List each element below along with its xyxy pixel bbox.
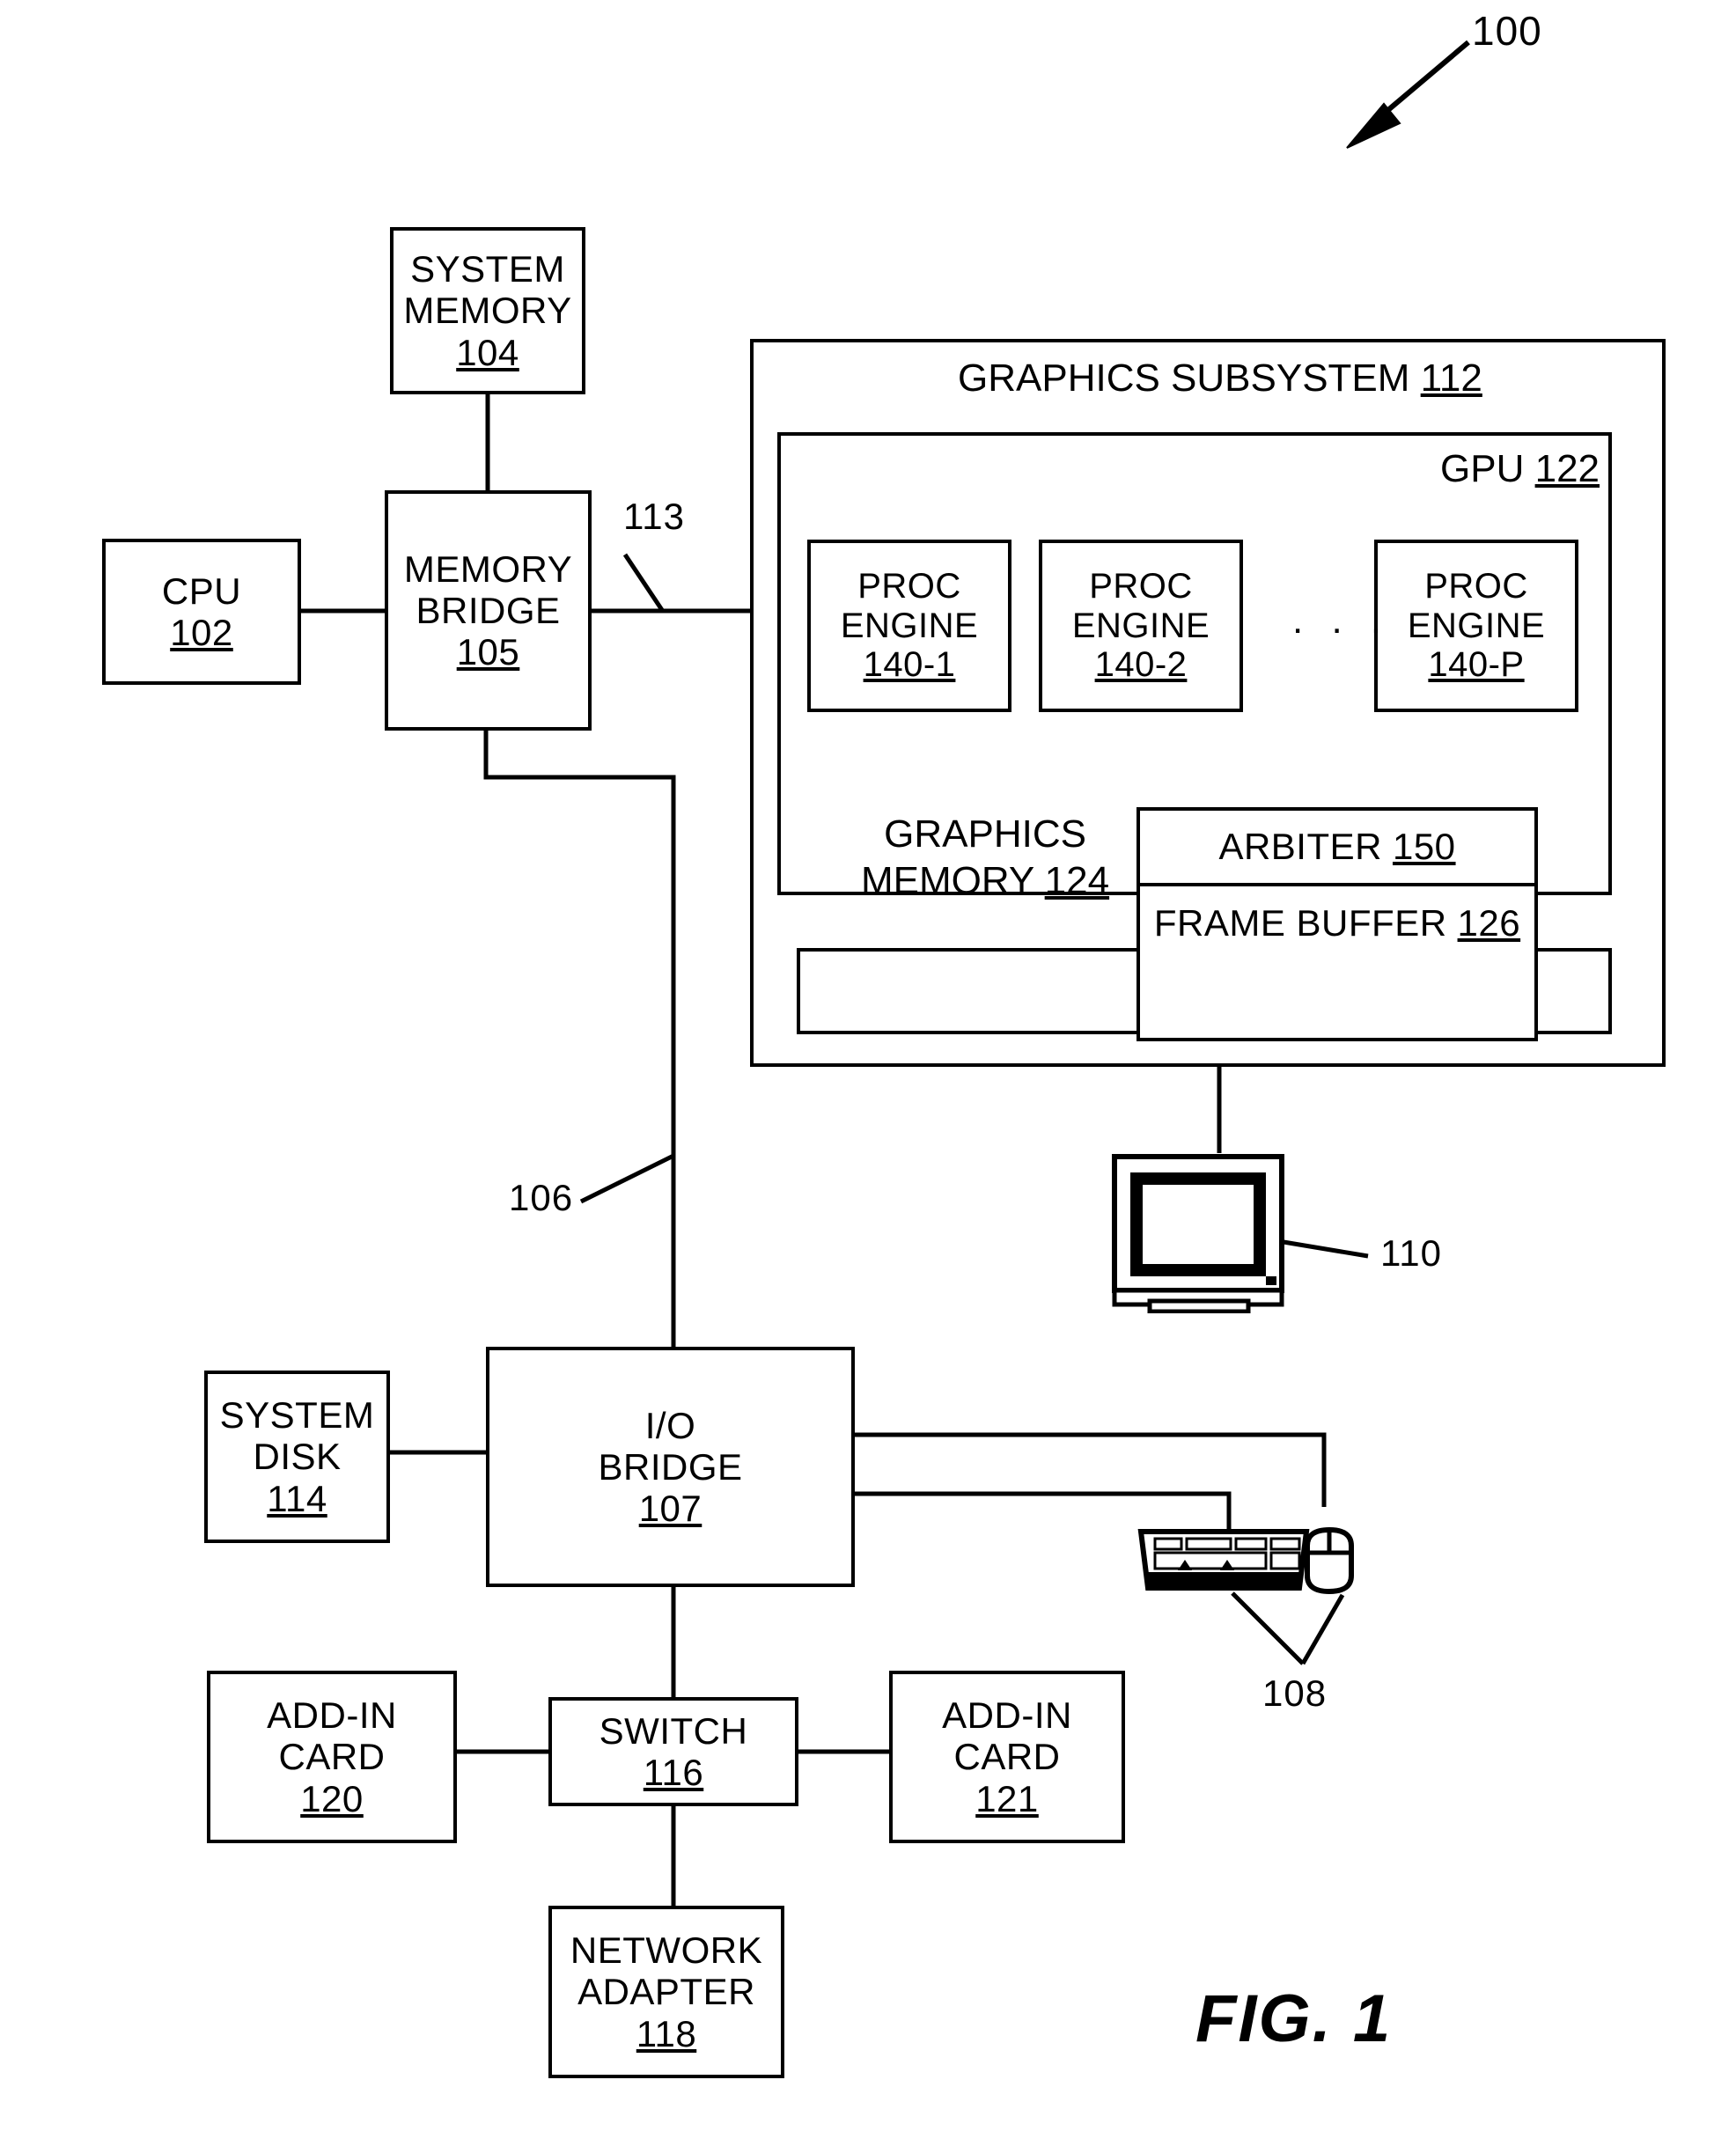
block-system-disk-line1: SYSTEM [219,1394,375,1437]
leader-106 [579,1153,675,1204]
block-proc-engine-2-line1: PROC [1089,566,1193,606]
block-system-disk: SYSTEM DISK 114 [204,1371,390,1543]
block-proc-engine-2-ref: 140-2 [1094,645,1188,685]
block-system-memory-line1: SYSTEM [410,248,565,290]
block-network-adapter-line1: NETWORK [570,1929,763,1972]
block-memory-bridge-ref: 105 [456,631,520,673]
group-graphics-subsystem-title: GRAPHICS SUBSYSTEM 112 [958,356,1482,401]
block-system-memory: SYSTEM MEMORY 104 [390,227,585,394]
block-add-in-card-121: ADD-IN CARD 121 [889,1671,1125,1843]
leader-113 [622,553,665,612]
wire-membridge-to-iobridge-106 [483,731,676,1347]
block-memory-bridge-line2: BRIDGE [416,589,561,631]
display-ref-110: 110 [1380,1232,1442,1274]
block-proc-engine-p-ref: 140-P [1428,645,1525,685]
block-add-in-card-120-line1: ADD-IN [267,1694,397,1737]
input-devices-ref-108: 108 [1262,1672,1328,1714]
group-graphics-memory-line2: MEMORY [861,858,1034,902]
block-add-in-card-121-line2: CARD [953,1736,1061,1778]
block-proc-engine-p-line1: PROC [1424,566,1528,606]
block-network-adapter-line2: ADAPTER [577,1971,755,2013]
block-network-adapter-ref: 118 [636,2012,697,2054]
block-proc-engine-1-line1: PROC [857,566,961,606]
block-memory-bridge: MEMORY BRIDGE 105 [385,490,592,731]
wire-iobridge-to-mouse [855,1432,1327,1507]
block-frame-buffer: FRAME BUFFER 126 [1136,883,1538,1041]
block-proc-engine-p-line2: ENGINE [1407,606,1546,645]
block-proc-engine-p: PROC ENGINE 140-P [1374,540,1578,712]
block-memory-bridge-line1: MEMORY [403,548,573,590]
group-gpu-title: GPU 122 [1440,447,1600,491]
block-system-memory-line2: MEMORY [403,290,572,332]
block-add-in-card-120-line2: CARD [278,1736,386,1778]
block-proc-engine-1-line2: ENGINE [840,606,979,645]
block-proc-engine-2: PROC ENGINE 140-2 [1039,540,1243,712]
block-proc-engine-2-line2: ENGINE [1071,606,1210,645]
block-proc-engine-1-ref: 140-1 [863,645,956,685]
block-cpu-ref: 102 [170,612,233,653]
group-graphics-memory-title: GRAPHICS MEMORY 124 [861,812,1109,905]
block-system-memory-ref: 104 [456,331,519,373]
block-io-bridge-ref: 107 [638,1488,702,1530]
block-io-bridge: I/O BRIDGE 107 [486,1347,855,1587]
system-ref-100: 100 [1472,8,1542,54]
bus-ref-113: 113 [623,496,685,537]
group-graphics-memory-ref: 124 [1044,858,1110,902]
block-proc-engine-1: PROC ENGINE 140-1 [807,540,1011,712]
block-arbiter-ref: 150 [1392,826,1456,868]
block-add-in-card-120-ref: 120 [300,1777,364,1819]
block-arbiter: ARBITER 150 [1136,807,1538,886]
crt-monitor-icon [1111,1153,1305,1314]
leader-108-mouse [1300,1593,1345,1665]
group-gpu-ref: 122 [1534,447,1600,490]
block-switch-ref: 116 [643,1752,704,1793]
block-frame-buffer-text: FRAME BUFFER [1153,902,1447,944]
block-cpu-line1: CPU [161,570,242,612]
block-switch: SWITCH 116 [548,1697,798,1806]
block-add-in-card-121-line1: ADD-IN [942,1694,1072,1737]
proc-engine-ellipsis: . . . [1292,599,1391,642]
block-system-disk-ref: 114 [267,1477,327,1519]
group-gpu-text: GPU [1440,447,1525,490]
block-switch-line1: SWITCH [599,1709,748,1752]
system-ref-arrow [1346,40,1470,149]
block-arbiter-text: ARBITER [1218,826,1382,868]
figure-label: FIG. 1 [1195,1981,1393,2056]
group-graphics-subsystem-text: GRAPHICS SUBSYSTEM [958,356,1410,400]
group-graphics-subsystem-ref: 112 [1420,356,1482,400]
group-graphics-memory-line1: GRAPHICS [884,812,1086,856]
block-frame-buffer-ref: 126 [1457,902,1521,944]
keyboard-icon [1136,1521,1312,1595]
block-add-in-card-121-ref: 121 [975,1777,1039,1819]
bus-ref-106: 106 [509,1177,574,1218]
block-io-bridge-line2: BRIDGE [598,1445,743,1488]
block-cpu: CPU 102 [102,539,301,685]
block-network-adapter: NETWORK ADAPTER 118 [548,1906,784,2078]
block-add-in-card-120: ADD-IN CARD 120 [207,1671,457,1843]
leader-108-keyboard [1231,1591,1305,1665]
mouse-icon [1298,1525,1360,1597]
block-io-bridge-line1: I/O [644,1404,696,1446]
block-system-disk-line2: DISK [253,1436,342,1478]
patent-figure-canvas: 100 SYSTEM MEMORY 104 CPU 102 MEMORY BRI… [0,0,1736,2146]
